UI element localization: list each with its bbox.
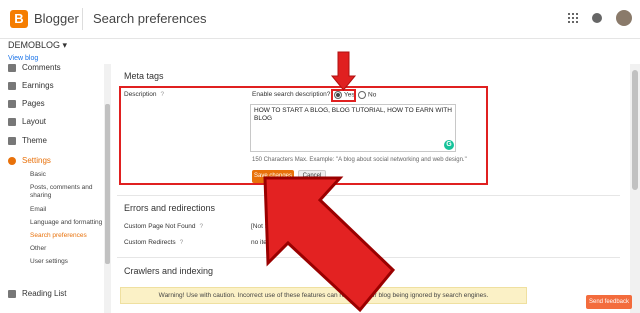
gear-icon <box>8 156 16 165</box>
divider <box>82 8 83 30</box>
sidebar-sub-basic[interactable]: Basic <box>4 171 46 178</box>
sidebar-item-reading-list[interactable]: Reading List <box>8 289 66 298</box>
meta-tags-title: Meta tags <box>124 71 164 81</box>
custom-redirects-value: no items <box>251 239 276 246</box>
help-icon[interactable]: ? <box>200 223 204 230</box>
theme-icon <box>8 136 16 145</box>
view-blog-link[interactable]: View blog <box>8 55 38 62</box>
sidebar-scrollbar[interactable] <box>104 64 111 313</box>
sidebar-scroll-thumb[interactable] <box>105 104 110 264</box>
dollar-icon <box>8 81 16 90</box>
top-icons <box>568 10 632 26</box>
pages-icon <box>8 99 16 108</box>
errors-title: Errors and redirections <box>124 203 216 213</box>
help-icon[interactable]: ? <box>180 239 184 246</box>
sidebar-item-earnings[interactable]: Earnings <box>8 81 54 90</box>
main-scrollbar[interactable] <box>630 64 640 313</box>
sidebar-sub-search-preferences[interactable]: Search preferences <box>4 232 87 239</box>
custom-redirects-label: Custom Redirects? <box>124 239 184 246</box>
custom-404-label: Custom Page Not Found? <box>124 223 204 230</box>
main-scroll-thumb[interactable] <box>632 70 638 190</box>
sidebar-item-layout[interactable]: Layout <box>8 117 46 126</box>
notifications-icon[interactable] <box>592 13 602 23</box>
send-feedback-button[interactable]: Send feedback <box>586 295 632 309</box>
sidebar-sub-language[interactable]: Language and formatting <box>4 219 108 226</box>
divider <box>117 195 620 196</box>
sidebar-sub-other[interactable]: Other <box>4 245 46 252</box>
sidebar-sub-user-settings[interactable]: User settings <box>4 258 68 265</box>
top-bar: B Blogger Search preferences <box>0 0 640 39</box>
brand-name: Blogger <box>34 11 79 26</box>
divider <box>117 257 620 258</box>
sidebar-item-pages[interactable]: Pages <box>8 99 45 108</box>
sidebar: Comments Earnings Pages Layout Theme Set… <box>0 62 104 313</box>
small-arrow-icon <box>330 51 357 91</box>
bookmark-icon <box>8 289 16 298</box>
avatar[interactable] <box>616 10 632 26</box>
sidebar-item-theme[interactable]: Theme <box>8 136 47 145</box>
crawlers-title: Crawlers and indexing <box>124 266 214 276</box>
highlight-box <box>119 86 488 185</box>
sidebar-sub-email[interactable]: Email <box>4 206 46 213</box>
sidebar-item-comments[interactable]: Comments <box>8 63 61 72</box>
blogger-logo-icon[interactable]: B <box>10 10 28 28</box>
comments-icon <box>8 63 16 72</box>
layout-icon <box>8 117 16 126</box>
sidebar-item-settings[interactable]: Settings <box>8 156 51 165</box>
apps-grid-icon[interactable] <box>568 13 578 23</box>
page-title: Search preferences <box>93 11 207 26</box>
custom-404-value: [Not Set] <box>251 223 277 230</box>
highlight-yes-box <box>331 89 356 102</box>
warning-banner: Warning! Use with caution. Incorrect use… <box>120 287 527 304</box>
sidebar-sub-posts[interactable]: Posts, comments and sharing <box>4 184 100 200</box>
blog-selector[interactable]: DEMOBLOG ▾ <box>8 40 67 51</box>
